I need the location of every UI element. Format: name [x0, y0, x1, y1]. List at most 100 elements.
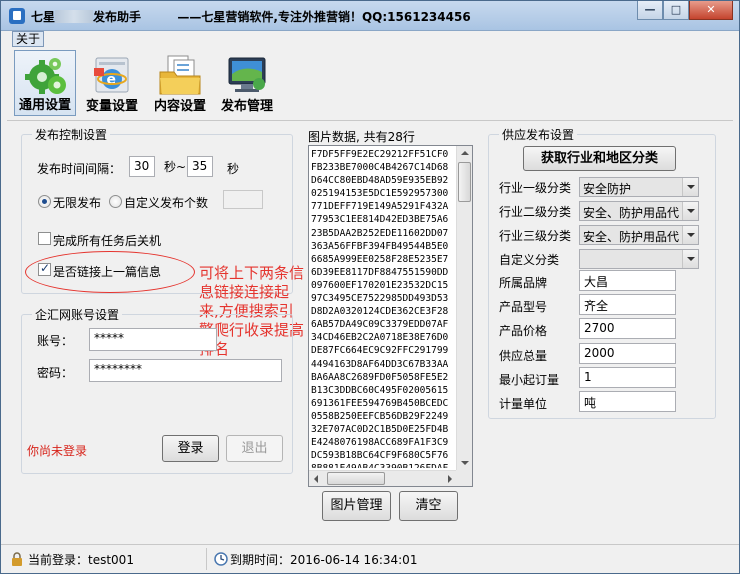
tool-publish-management[interactable]: 发布管理 [216, 50, 278, 116]
image-data-line[interactable]: 97C3495CE7522985DD493D53 [311, 292, 456, 305]
horizontal-scroll-thumb[interactable] [327, 472, 385, 485]
current-user: 当前登录：test001 [28, 553, 134, 567]
tool-content-settings[interactable]: 内容设置 [149, 50, 211, 116]
industry3-select[interactable]: 安全、防护用品代 [579, 225, 699, 245]
title-bar[interactable]: 七星 发布助手 ——七星营销软件,专注外推营销！QQ:1561234456 — □… [1, 1, 739, 31]
annotation-highlight-oval [25, 251, 195, 293]
clock-icon [214, 552, 228, 566]
title-slogan: ——七星营销软件,专注外推营销！QQ:1561234456 [177, 10, 471, 24]
up-arrow-icon [461, 151, 469, 155]
image-data-line[interactable]: 0558B250EEFCB56DB29F2249 [311, 410, 456, 423]
image-data-line[interactable]: D64CC80EBD48AD59E935EB92 [311, 174, 456, 187]
maximize-button[interactable]: □ [663, 1, 689, 20]
image-data-line[interactable]: 8B881E49AB4C3390B126FDAF [311, 462, 456, 468]
scroll-up-button[interactable] [457, 146, 472, 161]
image-data-line[interactable]: 34CD46EB2C2A0718E38E76D0 [311, 331, 456, 344]
industry1-value: 安全防护 [583, 182, 632, 196]
scroll-down-button[interactable] [457, 455, 472, 470]
image-data-list[interactable]: F7DF5FF9E2EC29212FF51CF0 FB233BE7000C4B42… [308, 145, 473, 487]
expiry-time: 到期时间：2016-06-14 16:34:01 [230, 553, 418, 567]
image-data-line[interactable]: BA6AA8C2689FD0F5058FE5E2 [311, 371, 456, 384]
image-data-line[interactable]: 32E707AC0D2C1B5D0E25FD4B [311, 423, 456, 436]
image-data-line[interactable]: 6685A999EE0258F28E5235E7 [311, 253, 456, 266]
custom-count-input[interactable] [223, 190, 263, 209]
login-status: 你尚未登录 [27, 444, 88, 458]
industry2-label: 行业二级分类 [499, 205, 572, 219]
title-right: 发布助手 [93, 10, 142, 24]
tool-label: 变量设置 [85, 99, 138, 114]
custom-category-select[interactable] [579, 249, 699, 269]
toolbar: 通用设置 e 变量设置 内容设置 发布管理 [1, 48, 739, 118]
industry2-select[interactable]: 安全、防护用品代 [579, 201, 699, 221]
tool-variable-settings[interactable]: e 变量设置 [81, 50, 143, 116]
min-order-input[interactable]: 1 [579, 367, 676, 388]
image-data-line[interactable]: DE87FC664EC9C92FFC291799 [311, 344, 456, 357]
scroll-right-button[interactable] [442, 471, 457, 486]
password-label: 密码： [37, 366, 74, 380]
window-controls: — □ ✕ [637, 1, 733, 21]
tool-general-settings[interactable]: 通用设置 [14, 50, 76, 116]
vertical-scroll-thumb[interactable] [458, 162, 471, 202]
logout-button[interactable]: 退出 [226, 435, 283, 462]
image-data-line[interactable]: 691361FEE594769B450BCEDC [311, 397, 456, 410]
menu-about[interactable]: 关于 [12, 31, 45, 47]
image-data-line[interactable]: D8D2A0320124CDE362CE3F28 [311, 305, 456, 318]
interval-unit-label: 秒 [227, 162, 240, 176]
interval-to-input[interactable]: 35 [187, 156, 213, 177]
custom-count-label[interactable]: 自定义发布个数 [124, 194, 208, 211]
unlimited-label[interactable]: 无限发布 [53, 194, 101, 211]
username-input[interactable]: ***** [89, 328, 217, 351]
image-data-line[interactable]: 77953C1EE814D42ED3BE75A6 [311, 213, 456, 226]
scroll-left-button[interactable] [309, 471, 324, 486]
image-data-line[interactable]: E4248076198ACC689FA1F3C9 [311, 436, 456, 449]
fetch-category-button[interactable]: 获取行业和地区分类 [523, 146, 676, 171]
brand-label: 所属品牌 [499, 276, 548, 290]
chevron-down-icon [682, 202, 698, 220]
interval-sep-label: 秒~ [164, 160, 187, 174]
image-data-line[interactable]: F7DF5FF9E2EC29212FF51CF0 [311, 148, 456, 161]
image-data-line[interactable]: 6D39EE8117DF8847551590DD [311, 266, 456, 279]
shutdown-label[interactable]: 完成所有任务后关机 [53, 232, 161, 249]
window-title: 七星 发布助手 ——七星营销软件,专注外推营销！QQ:1561234456 [31, 8, 471, 25]
interval-from-input[interactable]: 30 [129, 156, 155, 177]
shutdown-checkbox[interactable] [38, 232, 51, 245]
image-data-lines: F7DF5FF9E2EC29212FF51CF0 FB233BE7000C4B42… [311, 148, 456, 468]
image-data-line[interactable]: B13C3DDBC60C495F02005615 [311, 384, 456, 397]
industry3-value: 安全、防护用品代 [583, 230, 680, 244]
vertical-scrollbar[interactable] [456, 146, 472, 470]
close-button[interactable]: ✕ [689, 1, 733, 20]
login-button[interactable]: 登录 [162, 435, 219, 462]
password-input[interactable]: ******** [89, 359, 282, 382]
image-data-line[interactable]: 23B5DAA2B252EDE11602DD07 [311, 227, 456, 240]
image-data-line[interactable]: 6AB57DA49C09C3379EDD07AF [311, 318, 456, 331]
down-arrow-icon [461, 461, 469, 465]
image-data-line[interactable]: 363A56FFBF394FB49544B5E0 [311, 240, 456, 253]
clear-button[interactable]: 清空 [399, 491, 458, 521]
custom-count-radio[interactable] [109, 195, 122, 208]
user-lock-icon [12, 552, 22, 566]
image-data-line[interactable]: FB233BE7000C4B4267C14D68 [311, 161, 456, 174]
total-input[interactable]: 2000 [579, 343, 676, 364]
tool-label: 通用设置 [18, 98, 71, 113]
image-manage-button[interactable]: 图片管理 [322, 491, 391, 521]
chevron-down-icon [682, 226, 698, 244]
price-label: 产品价格 [499, 324, 548, 338]
brand-input[interactable]: 大昌 [579, 270, 676, 291]
interval-label: 发布时间间隔： [37, 162, 122, 176]
image-data-line[interactable]: 771DEFF719E149A5291F432A [311, 200, 456, 213]
unit-input[interactable]: 吨 [579, 391, 676, 412]
horizontal-scrollbar[interactable] [309, 470, 457, 486]
price-input[interactable]: 2700 [579, 318, 676, 339]
unlimited-radio[interactable] [38, 195, 51, 208]
industry1-select[interactable]: 安全防护 [579, 177, 699, 197]
minimize-button[interactable]: — [637, 1, 663, 20]
maximize-icon: □ [670, 3, 682, 16]
image-data-line[interactable]: DC593B18BC64CF9F680C5F76 [311, 449, 456, 462]
image-data-line[interactable]: 025194153E5DC1E592957300 [311, 187, 456, 200]
image-data-line[interactable]: 097600EF170201E23532DC15 [311, 279, 456, 292]
tool-label: 发布管理 [220, 99, 273, 114]
model-label: 产品型号 [499, 300, 548, 314]
model-input[interactable]: 齐全 [579, 294, 676, 315]
username-label: 账号： [37, 334, 74, 348]
image-data-line[interactable]: 4494163D8AF64DD3C67B33AA [311, 358, 456, 371]
